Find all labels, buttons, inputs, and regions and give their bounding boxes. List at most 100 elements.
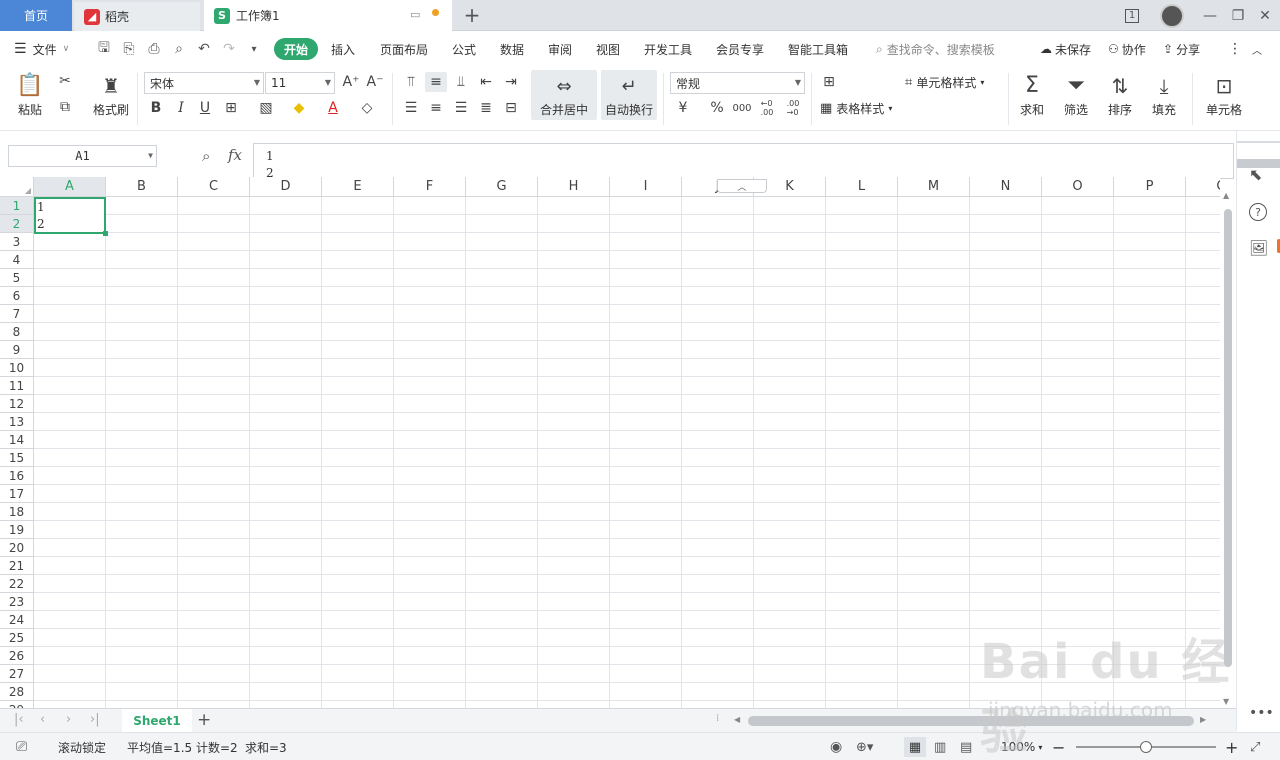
align-right-icon[interactable]: ☰ <box>450 98 472 118</box>
number-format-select[interactable]: 常规 ▼ <box>670 72 805 94</box>
wrap-text-button[interactable]: ↵ 自动换行 <box>601 70 657 120</box>
merge-center-button[interactable]: ⇔ 合并居中 <box>531 70 597 120</box>
scroll-up-icon[interactable]: ▲ <box>1223 191 1229 200</box>
picture-tool-icon[interactable]: 🖼 <box>1249 239 1268 257</box>
menu-review[interactable]: 审阅 <box>548 31 572 67</box>
fullscreen-icon[interactable]: ⤢ <box>1250 733 1260 760</box>
zoom-in-icon[interactable]: + <box>1225 733 1238 760</box>
tab-home[interactable]: 首页 <box>0 0 72 31</box>
cell-a1[interactable]: 1 2 <box>34 197 108 236</box>
row-header-21[interactable]: 21 <box>0 557 34 575</box>
font-name-select[interactable]: 宋体 ▼ <box>144 72 264 94</box>
column-header-m[interactable]: M <box>898 177 970 197</box>
minimize-icon[interactable]: — <box>1200 6 1220 26</box>
paste-button[interactable]: 📋 粘贴 <box>10 69 50 119</box>
monitor-icon[interactable]: ▭ <box>410 8 420 21</box>
name-box[interactable]: A1 ▼ <box>8 145 157 167</box>
align-top-icon[interactable]: ⫪ <box>400 72 422 92</box>
zoom-slider-thumb[interactable] <box>1140 741 1152 753</box>
fill-button[interactable]: ⤓ 填充 <box>1144 69 1184 119</box>
align-bottom-icon[interactable]: ⫫ <box>450 72 472 92</box>
column-header-l[interactable]: L <box>826 177 898 197</box>
column-header-c[interactable]: C <box>178 177 250 197</box>
collab-button[interactable]: ⚇ 协作 <box>1108 31 1146 67</box>
row-header-11[interactable]: 11 <box>0 377 34 395</box>
row-header-9[interactable]: 9 <box>0 341 34 359</box>
table-style-button[interactable]: ▦ 表格样式 ▾ <box>820 98 892 118</box>
menu-smart-toolbox[interactable]: 智能工具箱 <box>788 31 848 67</box>
row-header-23[interactable]: 23 <box>0 593 34 611</box>
sheet-tab-sheet1[interactable]: Sheet1 <box>122 709 192 733</box>
row-header-22[interactable]: 22 <box>0 575 34 593</box>
avatar[interactable] <box>1160 4 1184 28</box>
row-header-17[interactable]: 17 <box>0 485 34 503</box>
border-icon[interactable]: ⊞ <box>220 98 242 118</box>
menu-developer[interactable]: 开发工具 <box>644 31 692 67</box>
fx-button[interactable]: fx <box>228 146 242 164</box>
align-middle-icon[interactable]: ≡ <box>425 72 447 92</box>
row-header-2[interactable]: 2 <box>0 215 34 233</box>
prev-sheet-icon[interactable]: ‹ <box>40 712 45 727</box>
vertical-scrollbar[interactable]: ▲ ▼ <box>1220 183 1236 708</box>
row-header-1[interactable]: 1 <box>0 197 34 215</box>
restore-icon[interactable]: ❐ <box>1228 6 1248 26</box>
menu-page-layout[interactable]: 页面布局 <box>380 31 428 67</box>
next-sheet-icon[interactable]: › <box>66 712 71 727</box>
tab-workbook[interactable]: S 工作簿1 ▭ <box>204 0 452 31</box>
increase-decimal-button[interactable]: ←0 .00 <box>756 98 778 118</box>
row-header-12[interactable]: 12 <box>0 395 34 413</box>
row-header-26[interactable]: 26 <box>0 647 34 665</box>
scroll-right-icon[interactable]: ▶ <box>1200 715 1206 724</box>
column-header-g[interactable]: G <box>466 177 538 197</box>
cell-button[interactable]: ⊡ 单元格 <box>1200 69 1248 119</box>
row-header-14[interactable]: 14 <box>0 431 34 449</box>
page-break-view-icon[interactable]: ▤ <box>960 733 972 760</box>
decrease-decimal-button[interactable]: .00 →0 <box>782 98 804 118</box>
row-header-7[interactable]: 7 <box>0 305 34 323</box>
column-header-d[interactable]: D <box>250 177 322 197</box>
fill-handle[interactable] <box>103 231 108 236</box>
menu-start[interactable]: 开始 <box>274 38 319 60</box>
column-header-n[interactable]: N <box>970 177 1042 197</box>
first-sheet-icon[interactable]: |‹ <box>14 712 24 727</box>
conditional-format-icon[interactable]: ⊞ <box>818 72 840 92</box>
increase-font-icon[interactable]: A⁺ <box>340 72 362 92</box>
cursor-select-icon[interactable]: ⬉ <box>1249 165 1262 184</box>
column-header-h[interactable]: H <box>538 177 610 197</box>
add-sheet-button[interactable]: + <box>197 710 211 730</box>
row-header-4[interactable]: 4 <box>0 251 34 269</box>
print-preview-icon[interactable]: ⌕ <box>169 40 189 58</box>
filter-button[interactable]: ⏷ 筛选 <box>1056 69 1096 119</box>
eye-protect-icon[interactable]: ◉ <box>830 733 842 760</box>
column-header-o[interactable]: O <box>1042 177 1114 197</box>
row-header-13[interactable]: 13 <box>0 413 34 431</box>
bold-icon[interactable]: B <box>145 98 167 118</box>
column-header-b[interactable]: B <box>106 177 178 197</box>
spreadsheet-grid[interactable]: ABCDEFGHIJKLMNOPQ 1234567891011121314151… <box>0 177 1220 708</box>
save-icon[interactable]: 🖫 <box>94 40 114 58</box>
window-count-icon[interactable]: 1 <box>1122 6 1142 26</box>
menu-member[interactable]: 会员专享 <box>716 31 764 67</box>
row-header-8[interactable]: 8 <box>0 323 34 341</box>
select-all-corner[interactable]: ◢ <box>0 177 34 197</box>
format-painter-button[interactable]: ♜ 格式刷 <box>90 69 132 119</box>
print-icon[interactable]: ⎙ <box>144 40 164 58</box>
row-header-25[interactable]: 25 <box>0 629 34 647</box>
column-header-i[interactable]: I <box>610 177 682 197</box>
decrease-font-icon[interactable]: A⁻ <box>364 72 386 92</box>
row-header-18[interactable]: 18 <box>0 503 34 521</box>
scroll-down-icon[interactable]: ▼ <box>1223 697 1229 706</box>
column-header-p[interactable]: P <box>1114 177 1186 197</box>
new-tab-button[interactable]: + <box>462 3 482 27</box>
fill-color-icon[interactable]: ◆ <box>288 98 310 118</box>
row-header-24[interactable]: 24 <box>0 611 34 629</box>
column-header-f[interactable]: F <box>394 177 466 197</box>
row-header-3[interactable]: 3 <box>0 233 34 251</box>
row-header-10[interactable]: 10 <box>0 359 34 377</box>
align-center-icon[interactable]: ≡ <box>425 98 447 118</box>
column-header-q[interactable]: Q <box>1186 177 1220 197</box>
indent-icon[interactable]: ⇥ <box>500 72 522 92</box>
scroll-left-icon[interactable]: ◀ <box>734 715 740 724</box>
undo-icon[interactable]: ↶ <box>194 40 214 58</box>
column-header-e[interactable]: E <box>322 177 394 197</box>
